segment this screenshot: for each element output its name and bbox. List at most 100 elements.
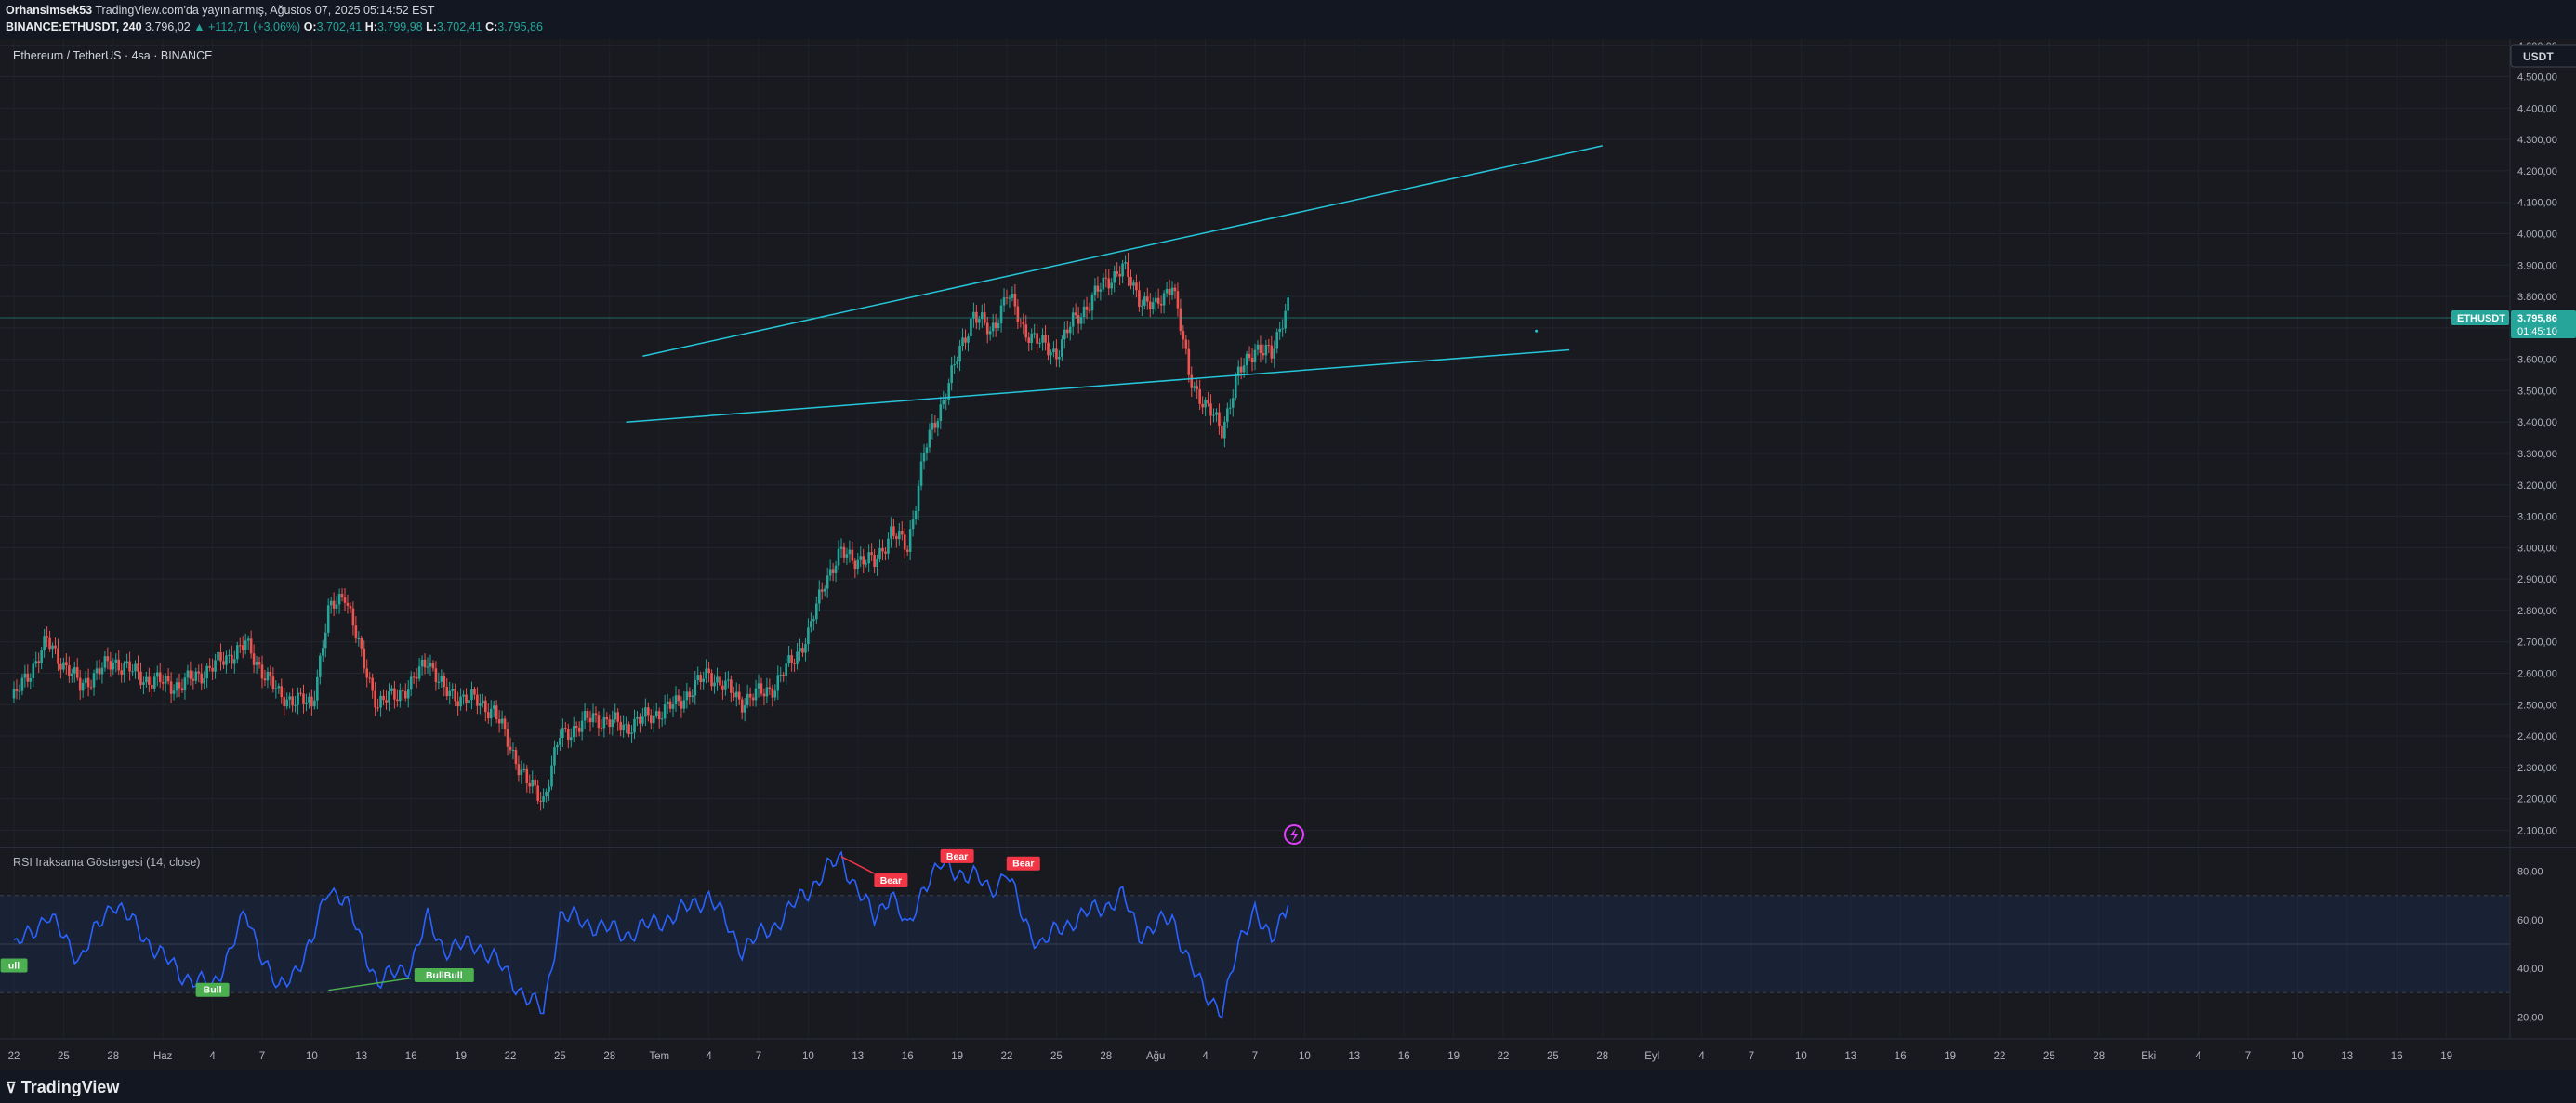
tradingview-logo[interactable]: ⊽ TradingView — [6, 1078, 119, 1097]
candle-body — [217, 651, 219, 661]
candle-body — [1156, 297, 1160, 304]
candle-body — [657, 711, 661, 720]
bull-signal-label: BullBull — [426, 970, 463, 981]
candle-body — [1099, 289, 1103, 292]
candle-body — [903, 534, 906, 550]
candle-body — [636, 716, 639, 719]
candle-body — [575, 726, 578, 729]
candle-body — [799, 648, 801, 652]
candle-body — [1148, 301, 1152, 309]
candle-body — [305, 702, 308, 704]
time-tick-label: 7 — [259, 1051, 265, 1062]
candle-body — [671, 704, 675, 709]
candle-body — [1052, 348, 1055, 353]
time-tick-label: 4 — [209, 1051, 216, 1062]
candle-body — [332, 600, 336, 609]
candle-body — [630, 732, 633, 734]
candle-body — [650, 715, 653, 724]
candle-body — [536, 785, 539, 801]
candle-body — [895, 535, 898, 540]
candle-body — [1281, 328, 1284, 330]
candle-body — [1047, 342, 1050, 356]
candle-body — [137, 663, 139, 672]
candle-body — [707, 668, 710, 674]
candle-body — [117, 659, 121, 671]
candle-body — [787, 655, 790, 664]
candle-body — [1013, 294, 1017, 307]
candle-body — [252, 653, 256, 665]
candle-body — [214, 660, 217, 672]
candle-body — [231, 654, 233, 664]
candle-body — [762, 693, 766, 697]
candle-body — [641, 716, 644, 724]
candle-body — [189, 670, 192, 679]
candle-body — [313, 700, 316, 707]
candle-body — [1226, 408, 1229, 422]
candle-body — [614, 712, 617, 720]
candle-body — [379, 695, 382, 708]
candle-body — [1212, 414, 1215, 416]
candle-body — [812, 619, 815, 622]
candle-body — [29, 677, 33, 682]
candle-body — [958, 345, 961, 362]
candle-body — [448, 690, 452, 697]
candle-body — [1050, 352, 1052, 356]
candle-body — [1162, 293, 1166, 306]
time-tick-label: 4 — [1698, 1051, 1705, 1062]
candle-body — [967, 336, 970, 343]
candle-body — [211, 667, 214, 672]
pane-title: Ethereum / TetherUS · 4sa · BINANCE — [13, 49, 212, 62]
candle-body — [360, 638, 363, 649]
candle-body — [1033, 333, 1036, 335]
time-tick-label: Ağu — [1146, 1051, 1165, 1062]
candle-body — [1061, 339, 1063, 358]
candle-body — [845, 554, 849, 558]
candle-body — [647, 707, 650, 716]
candle-body — [964, 337, 967, 343]
candle-body — [365, 668, 369, 678]
time-tick-label: 28 — [2093, 1051, 2105, 1062]
candle-body — [409, 676, 413, 690]
candle-body — [324, 632, 327, 649]
chart-canvas[interactable]: ullBullBullBullBearBearBear 2.100,002.20… — [0, 0, 2576, 1103]
candle-body — [1275, 332, 1279, 349]
candle-body — [884, 551, 887, 554]
time-tick-label: 25 — [58, 1051, 70, 1062]
candle-body — [326, 605, 330, 633]
candle-body — [1170, 287, 1174, 295]
price-tag-symbol-text: ETHUSDT — [2457, 313, 2505, 324]
candle-body — [1229, 407, 1232, 409]
candle-body — [1082, 306, 1086, 318]
candle-body — [86, 677, 90, 688]
candle-body — [89, 687, 93, 689]
candle-body — [994, 322, 997, 328]
candle-body — [1287, 297, 1289, 311]
candle-body — [319, 655, 322, 677]
candle-body — [1270, 345, 1274, 359]
candle-body — [1209, 403, 1212, 416]
candle-body — [402, 690, 404, 692]
candle-body — [705, 668, 707, 679]
candle-body — [340, 594, 344, 597]
candle-body — [161, 682, 165, 684]
candle-body — [437, 681, 441, 683]
candle-body — [246, 638, 250, 641]
candle-body — [730, 679, 733, 693]
candle-body — [468, 700, 470, 703]
bull-signal-label: ull — [8, 961, 20, 972]
candle-body — [205, 665, 208, 679]
candle-body — [459, 696, 462, 707]
candle-body — [856, 559, 860, 570]
price-tick-label: 4.300,00 — [2517, 135, 2557, 146]
candle-body — [652, 716, 655, 724]
candle-body — [553, 747, 556, 766]
candle-body — [776, 675, 780, 691]
candle-body — [1253, 349, 1257, 362]
candle-body — [531, 779, 535, 787]
candle-body — [374, 690, 376, 708]
candle-body — [48, 637, 51, 650]
candle-body — [260, 664, 264, 679]
time-tick-label: 25 — [2043, 1051, 2055, 1062]
candle-body — [482, 700, 484, 703]
candle-body — [503, 718, 507, 729]
